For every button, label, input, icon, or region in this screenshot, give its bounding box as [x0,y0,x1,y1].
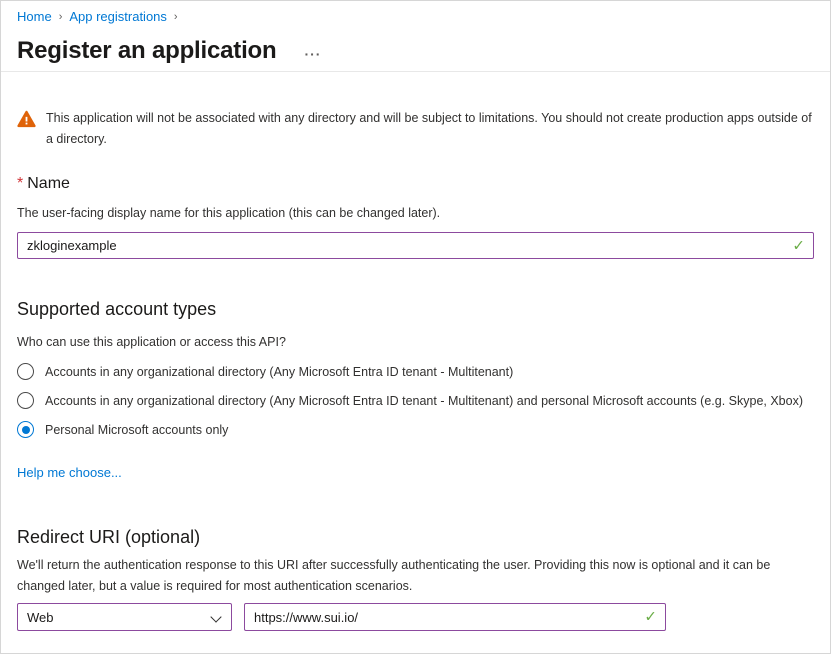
radio-selected-circle-icon [17,421,34,438]
more-options-button[interactable]: ··· [304,47,321,61]
register-application-page: { "breadcrumb": { "items": [ { "label": … [0,0,831,654]
warning-text: This application will not be associated … [46,108,814,150]
supported-account-types-heading: Supported account types [17,298,814,320]
breadcrumb: Home › App registrations › [17,8,814,26]
redirect-uri-input-wrap: ✓ [244,603,666,631]
breadcrumb-home-link[interactable]: Home [17,8,52,26]
radio-personal-accounts-only[interactable]: Personal Microsoft accounts only [17,420,814,441]
redirect-uri-row: Web ✓ [17,603,814,631]
redirect-platform-select[interactable]: Web [17,603,232,631]
account-types-radio-group: Accounts in any organizational directory… [17,362,814,441]
account-types-question: Who can use this application or access t… [17,332,814,353]
name-input-wrap: ✓ [17,232,814,259]
chevron-down-icon [210,611,221,622]
radio-personal-accounts-only-label: Personal Microsoft accounts only [45,420,228,441]
radio-org-directory-and-personal-label: Accounts in any organizational directory… [45,391,803,412]
radio-org-directory[interactable]: Accounts in any organizational directory… [17,362,814,383]
radio-circle-icon [17,363,34,380]
radio-org-directory-and-personal[interactable]: Accounts in any organizational directory… [17,391,814,412]
page-title: Register an application [17,36,276,66]
required-asterisk: * [17,175,23,192]
name-field-label: *Name [17,174,814,194]
help-me-choose-link[interactable]: Help me choose... [17,463,122,483]
radio-circle-icon [17,392,34,409]
name-field-description: The user-facing display name for this ap… [17,203,814,224]
redirect-uri-heading: Redirect URI (optional) [17,525,814,549]
breadcrumb-app-registrations-link[interactable]: App registrations [69,8,167,26]
warning-banner: This application will not be associated … [17,108,814,150]
radio-org-directory-label: Accounts in any organizational directory… [45,362,513,383]
redirect-platform-selected-value: Web [27,610,54,625]
page-header: Register an application ··· [17,36,814,66]
name-label-text: Name [27,175,70,192]
breadcrumb-separator-icon: › [174,8,178,26]
redirect-uri-input[interactable] [244,603,666,631]
breadcrumb-separator-icon: › [59,8,63,26]
redirect-uri-description: We'll return the authentication response… [17,555,814,597]
header-divider [1,71,830,72]
warning-icon [17,110,36,134]
name-input[interactable] [17,232,814,259]
